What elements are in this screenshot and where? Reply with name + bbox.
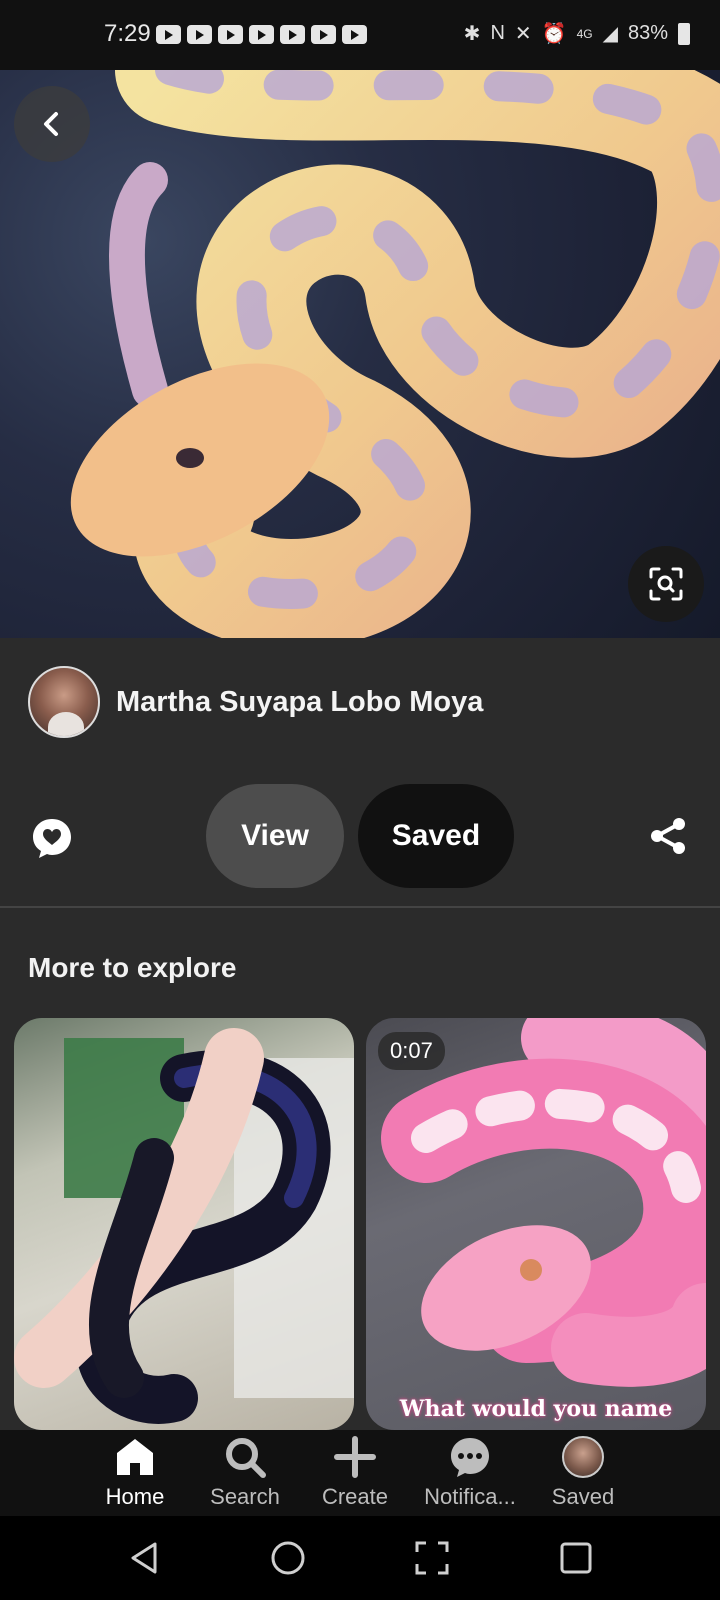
divider: [0, 906, 720, 908]
nav-label: Search: [210, 1484, 280, 1509]
section-title: More to explore: [28, 952, 237, 983]
video-caption: What would you name: [399, 1396, 673, 1422]
pink-snake-image: [381, 1018, 706, 1387]
recents-icon[interactable]: [556, 1538, 596, 1578]
home-circle-icon[interactable]: [268, 1538, 308, 1578]
bluetooth-icon: ✱: [463, 23, 481, 45]
network-label: 4G: [576, 26, 593, 41]
youtube-icon: [156, 25, 181, 44]
battery-icon: [678, 22, 690, 45]
nav-label: Notifica...: [424, 1484, 516, 1509]
comment-heart-icon: [33, 819, 71, 858]
youtube-icon: [187, 25, 212, 44]
comment-button[interactable]: [26, 812, 78, 864]
share-icon: [651, 818, 685, 854]
nav-label: Create: [321, 1484, 389, 1509]
nav-notifications[interactable]: Notifica...: [415, 1434, 525, 1512]
home-icon: [112, 1434, 158, 1480]
mute-icon: ✕: [514, 23, 532, 45]
pin-image[interactable]: [0, 70, 720, 638]
video-duration: 0:07: [378, 1032, 445, 1070]
back-icon[interactable]: [124, 1538, 164, 1578]
view-button[interactable]: View: [206, 784, 344, 888]
nav-label: Home: [105, 1484, 165, 1509]
profile-avatar: [560, 1434, 606, 1480]
search-icon: [222, 1434, 268, 1480]
nav-create[interactable]: Create: [300, 1434, 410, 1512]
nav-label: Saved: [551, 1484, 615, 1509]
nav-home[interactable]: Home: [80, 1434, 190, 1512]
youtube-icon: [218, 25, 243, 44]
chevron-left-icon: [44, 112, 58, 136]
visual-search-button[interactable]: [628, 546, 704, 622]
status-bar: 7:29 ✱ N ✕ ⏰ 4G ◢ 83%: [0, 0, 720, 70]
notification-icons: [156, 25, 367, 44]
explore-pin[interactable]: 0:07 What would you name: [366, 1018, 706, 1430]
battery-percent: 83%: [627, 22, 668, 44]
system-navigation-bar: [0, 1516, 720, 1600]
nfc-icon: N: [490, 22, 505, 44]
youtube-icon: [342, 25, 367, 44]
bottom-nav: Home Search Create Notifica... Saved: [0, 1430, 720, 1516]
youtube-icon: [311, 25, 336, 44]
pin-actions: View Saved: [0, 784, 720, 890]
nav-search[interactable]: Search: [190, 1434, 300, 1512]
signal-icon: ◢: [602, 23, 618, 45]
youtube-icon: [280, 25, 305, 44]
share-button[interactable]: [646, 814, 690, 858]
snake-illustration: [70, 70, 720, 638]
back-button[interactable]: [14, 86, 90, 162]
chat-bubble-icon: [447, 1434, 493, 1480]
screenshot-icon[interactable]: [412, 1538, 452, 1578]
youtube-icon: [249, 25, 274, 44]
author-row[interactable]: Martha Suyapa Lobo Moya: [28, 666, 483, 738]
status-right: ✱ N ✕ ⏰ 4G ◢ 83%: [464, 21, 690, 46]
black-snake-image: [14, 1028, 354, 1424]
alarm-icon: ⏰: [541, 23, 567, 45]
explore-pin[interactable]: [14, 1018, 354, 1430]
author-avatar[interactable]: [28, 666, 100, 738]
status-time: 7:29: [104, 20, 151, 47]
saved-button[interactable]: Saved: [358, 784, 514, 888]
plus-icon: [332, 1434, 378, 1480]
nav-saved[interactable]: Saved: [528, 1434, 638, 1512]
author-name[interactable]: Martha Suyapa Lobo Moya: [116, 686, 483, 719]
lens-icon: [649, 567, 683, 601]
